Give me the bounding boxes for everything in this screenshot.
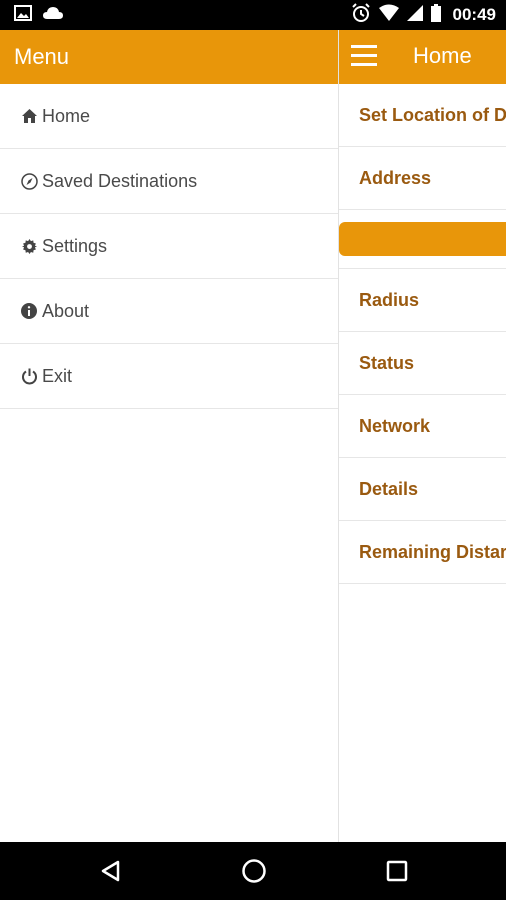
hamburger-menu-icon[interactable] xyxy=(351,45,377,67)
back-icon[interactable] xyxy=(96,856,126,886)
compass-icon xyxy=(20,172,38,190)
navigation-drawer: Menu Home Saved Destinations Settings Ab… xyxy=(0,30,339,842)
info-icon xyxy=(20,302,38,320)
home-circle-icon[interactable] xyxy=(239,856,269,886)
network-row: Network xyxy=(339,395,506,458)
power-icon xyxy=(20,367,38,385)
action-button[interactable] xyxy=(339,222,506,256)
set-location-row[interactable]: Set Location of D xyxy=(339,84,506,147)
remaining-distance-row: Remaining Distar xyxy=(339,521,506,584)
details-row: Details xyxy=(339,458,506,521)
menu-item-settings[interactable]: Settings xyxy=(0,214,338,279)
recents-icon[interactable] xyxy=(382,856,412,886)
image-icon xyxy=(14,4,32,26)
status-row: Status xyxy=(339,332,506,395)
menu-item-label: Settings xyxy=(42,235,108,256)
radius-row: Radius xyxy=(339,269,506,332)
signal-icon xyxy=(406,4,423,27)
menu-item-label: About xyxy=(42,300,90,321)
menu-item-exit[interactable]: Exit xyxy=(0,344,338,409)
app-bar: Home xyxy=(339,30,506,84)
gear-icon xyxy=(20,237,38,255)
navigation-bar xyxy=(0,842,506,900)
cloud-icon xyxy=(42,6,64,25)
page-title: Home xyxy=(413,43,472,68)
menu-item-about[interactable]: About xyxy=(0,279,338,344)
wifi-icon xyxy=(378,4,399,27)
main-content: Home Set Location of D Address Radius St… xyxy=(339,30,506,842)
address-row: Address xyxy=(339,147,506,210)
alarm-icon xyxy=(351,2,371,28)
home-icon xyxy=(20,107,38,125)
menu-item-label: Home xyxy=(42,105,91,126)
clock-time: 00:49 xyxy=(452,5,496,24)
drawer-title: Menu xyxy=(0,30,338,84)
menu-item-home[interactable]: Home xyxy=(0,84,338,149)
battery-icon xyxy=(430,3,441,27)
menu-item-saved-destinations[interactable]: Saved Destinations xyxy=(0,149,338,214)
status-bar: 00:49 xyxy=(0,0,506,30)
menu-item-label: Saved Destinations xyxy=(42,170,198,191)
menu-item-label: Exit xyxy=(42,365,73,386)
